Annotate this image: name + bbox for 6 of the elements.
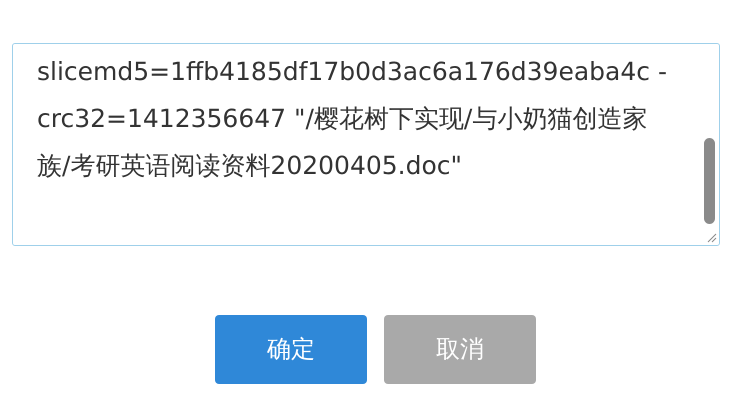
resize-handle-icon[interactable] xyxy=(705,231,717,243)
scrollbar-thumb[interactable] xyxy=(704,138,715,224)
text-area[interactable]: slicemd5=1ffb4185df17b0d3ac6a176d39eaba4c -crc32=1412356647 "/樱花树下实现/与小奶猫创造家族/考研英语阅读资料20200405.doc" xyxy=(12,43,720,246)
dialog-button[interactable]: 确定 xyxy=(215,315,367,384)
dialog-button[interactable]: 取消 xyxy=(384,315,536,384)
text-value: slicemd5=1ffb4185df17b0d3ac6a176d39eaba4c -crc32=1412356647 "/樱花树下实现/与小奶猫创造家族/考研英语阅读资料20200405.doc" xyxy=(37,57,667,180)
